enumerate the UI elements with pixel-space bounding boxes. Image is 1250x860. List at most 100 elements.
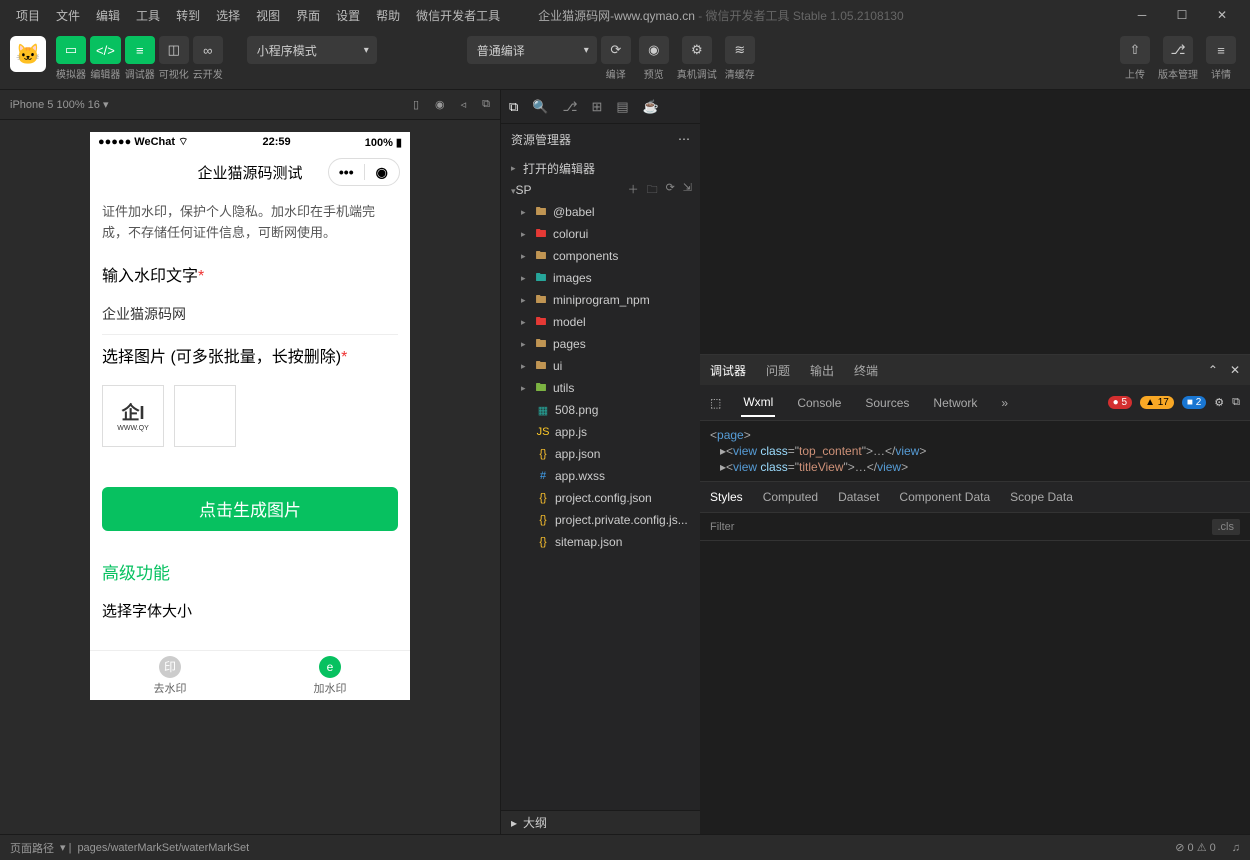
opened-editors[interactable]: ▸打开的编辑器 [501,157,700,179]
mute-icon[interactable]: ◃ [461,98,467,111]
record-icon[interactable]: ◉ [435,98,445,111]
file-508.png[interactable]: ▦508.png [501,399,700,421]
file-app.json[interactable]: {}app.json [501,443,700,465]
compile-button[interactable]: ⟳ [601,36,631,64]
generate-button[interactable]: 点击生成图片 [102,487,398,531]
styles-tab-dataset[interactable]: Dataset [838,490,879,504]
explorer-tab-debug-icon[interactable]: ▤ [616,99,628,115]
styles-tab-styles[interactable]: Styles [710,490,743,504]
refresh-icon[interactable]: ⟳ [666,181,675,200]
compile-mode-select[interactable]: 普通编译 [467,36,597,64]
new-file-icon[interactable]: ＋ [628,181,639,200]
explorer-tab-ext-icon[interactable]: ⊞ [591,99,602,115]
menu-select[interactable]: 选择 [208,7,248,24]
folder-@babel[interactable]: ▸🖿@babel [501,201,700,223]
styles-tab-scope[interactable]: Scope Data [1010,490,1073,504]
file-app.wxss[interactable]: #app.wxss [501,465,700,487]
styles-tab-component[interactable]: Component Data [899,490,990,504]
devtools-tab-output[interactable]: 输出 [810,362,834,379]
capsule[interactable]: ••• ◉ [328,158,400,186]
details-button[interactable]: ≡ [1206,36,1236,64]
dom-tree[interactable]: <page> ▸<view class="top_content">…</vie… [700,421,1250,481]
menu-settings[interactable]: 设置 [328,7,368,24]
menu-goto[interactable]: 转到 [168,7,208,24]
menu-edit[interactable]: 编辑 [88,7,128,24]
inspect-tab-wxml[interactable]: Wxml [741,389,775,417]
inspect-tab-more[interactable]: » [999,390,1010,416]
simulator-button[interactable]: ▭ [56,36,86,64]
root-folder[interactable]: ▾SP ＋ 🗀 ⟳ ⇲ [501,179,700,201]
device-icon[interactable]: ▯ [413,98,419,111]
element-picker-icon[interactable]: ⬚ [710,396,721,410]
device-select[interactable]: iPhone 5 100% 16 ▾ [10,98,109,111]
maximize-button[interactable]: ☐ [1162,0,1202,30]
devtools-tab-terminal[interactable]: 终端 [854,362,878,379]
info-badge[interactable]: ■ 2 [1182,396,1206,409]
folder-images[interactable]: ▸🖿images [501,267,700,289]
outline-section[interactable]: ▸大纲 [501,810,700,834]
cloud-button[interactable]: ∞ [193,36,223,64]
folder-pages[interactable]: ▸🖿pages [501,333,700,355]
styles-tab-computed[interactable]: Computed [763,490,818,504]
add-image-button[interactable] [174,385,236,447]
real-debug-button[interactable]: ⚙ [682,36,712,64]
menu-tool[interactable]: 工具 [128,7,168,24]
watermark-input[interactable]: 企业猫源码网 [102,294,398,335]
explorer-more-icon[interactable]: ⋯ [678,132,690,146]
menu-file[interactable]: 文件 [48,7,88,24]
menu-wechat-devtools[interactable]: 微信开发者工具 [408,7,508,24]
folder-ui[interactable]: ▸🖿ui [501,355,700,377]
explorer-tab-git-icon[interactable]: ⎇ [562,99,577,115]
status-errors[interactable]: ⊘ 0 ⚠ 0 [1175,841,1216,854]
collapse-icon[interactable]: ⇲ [683,181,692,200]
devtools-tab-problems[interactable]: 问题 [766,362,790,379]
devtools-gear-icon[interactable]: ⚙ [1214,396,1224,409]
menu-project[interactable]: 项目 [8,7,48,24]
explorer-tab-bowl-icon[interactable]: ☕ [643,99,659,115]
folder-components[interactable]: ▸🖿components [501,245,700,267]
devtools-layout-icon[interactable]: ⧉ [1232,396,1240,409]
folder-model[interactable]: ▸🖿model [501,311,700,333]
editor-button[interactable]: </> [90,36,121,64]
error-badge[interactable]: ● 5 [1108,396,1132,409]
file-sitemap.json[interactable]: {}sitemap.json [501,531,700,553]
close-button[interactable]: ✕ [1202,0,1242,30]
upload-button[interactable]: ⇧ [1120,36,1150,64]
menu-ui[interactable]: 界面 [288,7,328,24]
new-folder-icon[interactable]: 🗀 [647,181,658,200]
visualize-button[interactable]: ◫ [159,36,189,64]
image-thumb[interactable]: 企I WWW.QY [102,385,164,447]
explorer-tab-search-icon[interactable]: 🔍 [532,99,548,115]
menu-view[interactable]: 视图 [248,7,288,24]
explorer-tab-files-icon[interactable]: ⧉ [509,99,518,115]
folder-utils[interactable]: ▸🖿utils [501,377,700,399]
inspect-tab-network[interactable]: Network [931,390,979,416]
devtools-chevron-icon[interactable]: ⌃ [1208,363,1218,377]
filter-input[interactable]: Filter [710,521,734,533]
minimize-button[interactable]: ─ [1122,0,1162,30]
folder-miniprogram_npm[interactable]: ▸🖿miniprogram_npm [501,289,700,311]
notification-icon[interactable]: ♫ [1232,842,1240,854]
tab-add-watermark[interactable]: e加水印 [250,651,410,700]
file-project.config.json[interactable]: {}project.config.json [501,487,700,509]
devtools-tab-debugger[interactable]: 调试器 [710,362,746,379]
inspect-tab-sources[interactable]: Sources [863,390,911,416]
inspect-tab-console[interactable]: Console [795,390,843,416]
preview-button[interactable]: ◉ [639,36,669,64]
file-project.private.config.js...[interactable]: {}project.private.config.js... [501,509,700,531]
tab-remove-watermark[interactable]: 印去水印 [90,651,250,700]
cls-button[interactable]: .cls [1212,519,1241,535]
menu-help[interactable]: 帮助 [368,7,408,24]
file-app.js[interactable]: JSapp.js [501,421,700,443]
mode-select[interactable]: 小程序模式 [247,36,377,64]
clear-cache-button[interactable]: ≋ [725,36,755,64]
folder-colorui[interactable]: ▸🖿colorui [501,223,700,245]
capsule-menu-icon[interactable]: ••• [329,164,364,180]
devtools-close-icon[interactable]: ✕ [1230,363,1240,377]
capsule-close-icon[interactable]: ◉ [365,164,400,181]
version-button[interactable]: ⎇ [1163,36,1193,64]
rotate-icon[interactable]: ⧉ [482,98,490,111]
debugger-button[interactable]: ≡ [125,36,155,64]
warning-badge[interactable]: ▲ 17 [1140,396,1174,409]
page-path[interactable]: pages/waterMarkSet/waterMarkSet [77,842,249,854]
